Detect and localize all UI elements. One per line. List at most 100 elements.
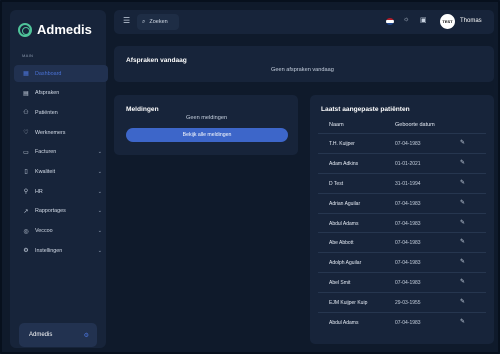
table-row[interactable]: Abdul Adams 07-04-1983 ✎: [318, 212, 486, 233]
patient-dob: 07-04-1983: [395, 200, 421, 207]
table-row[interactable]: D Test 31-01-1994 ✎: [318, 172, 486, 193]
chat-icon[interactable]: ▣: [420, 16, 427, 24]
column-header-dob: Geboorte datum: [395, 122, 435, 128]
chevron-down-icon[interactable]: ⌄: [98, 228, 102, 234]
patient-dob: 07-04-1983: [395, 220, 421, 227]
sidebar-item-afspraken[interactable]: ▤ Afspraken: [14, 85, 108, 102]
chevron-down-icon[interactable]: ⌄: [98, 248, 102, 254]
edit-icon[interactable]: ✎: [460, 199, 465, 206]
sidebar-item-hr[interactable]: ⚲ HR ⌄: [14, 183, 108, 200]
edit-icon[interactable]: ✎: [460, 258, 465, 265]
calendar-icon: ▤: [23, 90, 29, 97]
patient-name[interactable]: Abdul Adams: [329, 221, 358, 227]
sidebar-item-label: Werknemers: [35, 129, 66, 136]
search-icon: ⌕: [142, 18, 146, 25]
sidebar-item-pati-nten[interactable]: ⚇ Patiënten: [14, 104, 108, 121]
heart-icon: ♡: [23, 130, 29, 137]
sidebar-nav: ▦ Dashboard ▤ Afspraken ⚇ Patiënten ♡ Werknemer…: [14, 65, 108, 262]
table-row[interactable]: Abe Abbott 07-04-1983 ✎: [318, 232, 486, 252]
chevron-down-icon[interactable]: ⌄: [98, 149, 102, 155]
sidebar-item-instellingen[interactable]: ⚙ Instellingen ⌄: [14, 242, 108, 259]
settings-ring-icon: ◎: [23, 228, 29, 235]
username[interactable]: Thomas: [460, 18, 482, 24]
notifications-title: Meldingen: [126, 106, 159, 113]
edit-icon[interactable]: ✎: [460, 139, 465, 146]
logo-icon: [18, 22, 32, 37]
dashboard-icon: ▦: [23, 71, 29, 77]
patient-name[interactable]: Abel Smit: [329, 280, 350, 286]
sidebar-user-card[interactable]: Admedis ⚙: [19, 323, 97, 347]
sidebar-item-label: Instellingen: [35, 247, 63, 254]
edit-icon[interactable]: ✎: [460, 179, 465, 186]
edit-icon[interactable]: ✎: [460, 238, 465, 245]
users-icon: ⚇: [23, 110, 29, 117]
user-card-label: Admedis: [29, 332, 53, 338]
invoice-icon: ▭: [23, 149, 29, 156]
theme-toggle-icon[interactable]: ☼: [403, 16, 409, 23]
patient-dob: 07-04-1983: [395, 240, 421, 247]
sidebar-item-label: Veccoo: [35, 228, 53, 234]
patients-card: Laatst aangepaste patiënten Naam Geboort…: [310, 95, 494, 344]
patient-name[interactable]: Abe Abbott: [329, 240, 353, 246]
sidebar-item-label: Rapportages: [35, 208, 66, 215]
gear-icon[interactable]: ⚙: [84, 332, 89, 339]
language-flag-icon[interactable]: [386, 18, 394, 25]
patient-name[interactable]: Adolph Aguilar: [329, 260, 361, 266]
quality-icon: ▯: [24, 169, 28, 176]
sidebar-item-label: HR: [35, 188, 43, 195]
search-label: Zoeken: [149, 19, 168, 25]
appointments-card: Afspraken vandaag Geen afspraken vandaag: [114, 46, 494, 82]
table-row[interactable]: Abel Smit 07-04-1983 ✎: [318, 272, 486, 292]
gear-icon: ⚙: [23, 248, 29, 255]
column-header-name: Naam: [329, 122, 344, 128]
notifications-empty: Geen meldingen: [186, 115, 228, 121]
patient-dob: 07-04-1983: [395, 260, 421, 267]
patients-table: T.H. Kuijper 07-04-1983 ✎ Adam Adkins 01-01-…: [318, 133, 486, 332]
app-frame: Admedis MAIN ▦ Dashboard ▤ Afspraken ⚇ Patiën…: [0, 0, 500, 354]
table-row[interactable]: Abdul Adams 07-04-1983 ✎: [318, 312, 486, 332]
edit-icon[interactable]: ✎: [460, 219, 465, 226]
table-row[interactable]: T.H. Kuijper 07-04-1983 ✎: [318, 133, 486, 153]
view-all-notifications-button[interactable]: Bekijk alle meldingen: [126, 128, 288, 142]
patient-name[interactable]: Adrian Aguilar: [329, 201, 360, 207]
patient-dob: 07-04-1983: [395, 320, 421, 327]
avatar[interactable]: TEST: [440, 14, 455, 29]
logo-text: Admedis: [37, 22, 92, 37]
menu-icon[interactable]: ☰: [123, 16, 130, 25]
sidebar-item-facturen[interactable]: ▭ Facturen ⌄: [14, 144, 108, 161]
patient-dob: 01-01-2021: [395, 160, 421, 167]
sidebar-item-rapportages[interactable]: ↗ Rapportages ⌄: [14, 203, 108, 220]
patients-title: Laatst aangepaste patiënten: [321, 106, 410, 113]
patient-name[interactable]: Abdul Adams: [329, 320, 358, 326]
table-row[interactable]: EJM Kuijper Kuip 29-03-1955 ✎: [318, 292, 486, 312]
appointments-title: Afspraken vandaag: [126, 57, 187, 64]
table-row[interactable]: Adolph Aguilar 07-04-1983 ✎: [318, 252, 486, 272]
patient-name[interactable]: T.H. Kuijper: [329, 141, 355, 147]
sidebar-section-label: MAIN: [22, 53, 34, 58]
edit-icon[interactable]: ✎: [460, 318, 465, 325]
search-button[interactable]: ⌕ Zoeken: [137, 14, 179, 30]
chevron-down-icon[interactable]: ⌄: [98, 169, 102, 175]
edit-icon[interactable]: ✎: [460, 298, 465, 305]
sidebar-item-kwaliteit[interactable]: ▯ Kwaliteit ⌄: [14, 163, 108, 180]
edit-icon[interactable]: ✎: [460, 278, 465, 285]
appointments-empty: Geen afspraken vandaag: [271, 67, 334, 73]
topbar: ☰ ⌕ Zoeken ☼ ▣ TEST Thomas: [114, 10, 494, 34]
patient-dob: 07-04-1983: [395, 280, 421, 287]
patient-name[interactable]: Adam Adkins: [329, 161, 358, 167]
person-icon: ⚲: [23, 189, 29, 196]
table-row[interactable]: Adrian Aguilar 07-04-1983 ✎: [318, 192, 486, 213]
sidebar-item-veccoo[interactable]: ◎ Veccoo ⌄: [14, 223, 108, 240]
sidebar-item-label: Kwaliteit: [35, 168, 56, 175]
patient-name[interactable]: D Test: [329, 181, 343, 187]
chevron-down-icon[interactable]: ⌄: [98, 208, 102, 214]
sidebar: Admedis MAIN ▦ Dashboard ▤ Afspraken ⚇ Patiën…: [10, 10, 108, 348]
table-row[interactable]: Adam Adkins 01-01-2021 ✎: [318, 152, 486, 173]
sidebar-item-werknemers[interactable]: ♡ Werknemers: [14, 124, 108, 141]
sidebar-item-dashboard[interactable]: ▦ Dashboard: [14, 65, 108, 82]
sidebar-item-label: Dashboard: [35, 70, 62, 77]
chevron-down-icon[interactable]: ⌄: [98, 189, 102, 195]
edit-icon[interactable]: ✎: [460, 159, 465, 166]
logo[interactable]: Admedis: [18, 22, 92, 37]
patient-name[interactable]: EJM Kuijper Kuip: [329, 300, 367, 306]
